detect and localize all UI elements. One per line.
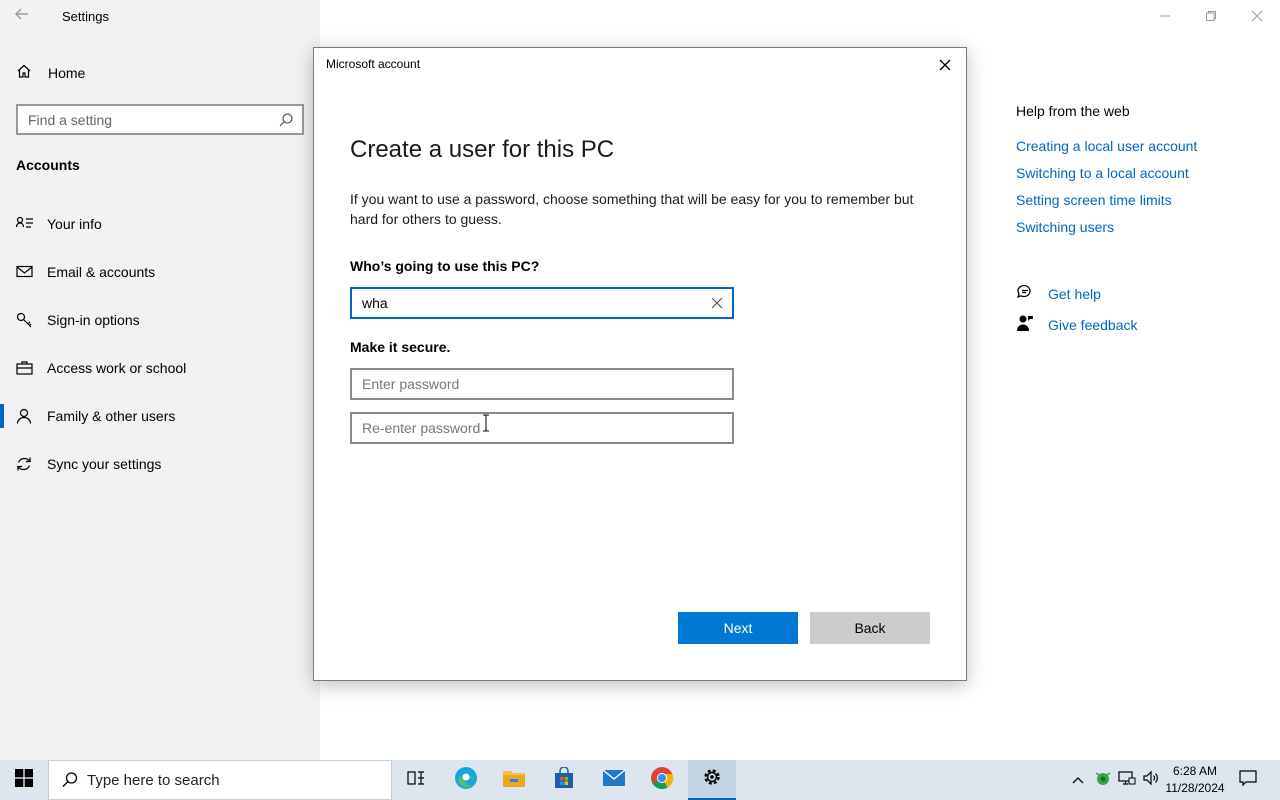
back-arrow-icon[interactable] xyxy=(14,6,34,26)
help-link-switch-local[interactable]: Switching to a local account xyxy=(1016,165,1189,181)
task-view-icon xyxy=(406,769,426,792)
dialog-description: If you want to use a password, choose so… xyxy=(350,191,914,227)
store-button[interactable] xyxy=(540,760,588,800)
mail-button[interactable] xyxy=(590,760,638,800)
next-button[interactable]: Next xyxy=(678,612,798,644)
windows-logo-icon xyxy=(15,768,33,792)
chrome-icon xyxy=(650,766,674,795)
notifications-button[interactable] xyxy=(1234,760,1262,800)
home-nav-item[interactable]: Home xyxy=(16,62,85,84)
taskbar-search-label: Type here to search xyxy=(87,771,220,789)
network-icon xyxy=(1118,770,1136,791)
notification-icon xyxy=(1239,769,1257,791)
reenter-password-input[interactable] xyxy=(362,420,692,436)
give-feedback-link[interactable]: Give feedback xyxy=(1016,315,1138,335)
app-title: Settings xyxy=(62,9,109,24)
get-help-link[interactable]: Get help xyxy=(1016,284,1101,304)
give-feedback-label: Give feedback xyxy=(1048,317,1138,333)
get-help-label: Get help xyxy=(1048,286,1101,302)
microsoft-account-dialog: Microsoft account Create a user for this… xyxy=(313,47,967,681)
sidebar-item-label: Your info xyxy=(47,216,102,232)
taskbar: Type here to search 6:28 AM 11/28/2024 xyxy=(0,760,1280,800)
get-help-icon xyxy=(1016,283,1034,306)
reenter-password-field[interactable] xyxy=(350,412,734,444)
password-input[interactable] xyxy=(362,376,692,392)
help-title: Help from the web xyxy=(1016,103,1130,119)
settings-taskbar-button[interactable] xyxy=(688,760,736,800)
search-icon xyxy=(61,771,79,794)
clock-date: 11/28/2024 xyxy=(1165,781,1225,795)
your-info-icon xyxy=(15,216,34,232)
text-cursor-icon xyxy=(482,414,490,432)
sync-icon xyxy=(16,456,34,472)
find-setting-input[interactable] xyxy=(28,111,268,128)
email-icon xyxy=(16,264,34,280)
clock-time: 6:28 AM xyxy=(1172,764,1218,778)
active-indicator xyxy=(0,404,4,428)
username-label: Who’s going to use this PC? xyxy=(350,258,540,274)
close-icon[interactable] xyxy=(936,56,954,74)
find-setting-search[interactable] xyxy=(16,104,304,135)
volume-icon xyxy=(1142,770,1160,791)
sidebar-item-your-info[interactable]: Your info xyxy=(0,204,320,244)
search-icon[interactable] xyxy=(278,112,294,133)
taskbar-clock[interactable]: 6:28 AM 11/28/2024 xyxy=(1160,763,1230,797)
sidebar-item-family-users[interactable]: Family & other users xyxy=(0,396,320,436)
help-link-local-account[interactable]: Creating a local user account xyxy=(1016,138,1197,154)
help-link-screen-time[interactable]: Setting screen time limits xyxy=(1016,192,1172,208)
section-title: Accounts xyxy=(16,157,80,173)
sidebar-item-label: Sign-in options xyxy=(47,312,140,328)
dialog-heading: Create a user for this PC xyxy=(350,136,615,163)
sidebar-item-email-accounts[interactable]: Email & accounts xyxy=(0,252,320,292)
sidebar-item-label: Email & accounts xyxy=(47,264,156,280)
sidebar-item-label: Sync your settings xyxy=(47,456,162,472)
minimize-button[interactable] xyxy=(1142,0,1188,32)
close-window-button[interactable] xyxy=(1234,0,1280,32)
edge-button[interactable] xyxy=(442,760,490,800)
task-view-button[interactable] xyxy=(392,760,440,800)
home-label: Home xyxy=(48,65,86,81)
help-link-switching-users[interactable]: Switching users xyxy=(1016,219,1114,235)
sidebar-item-label: Access work or school xyxy=(47,360,187,376)
show-hidden-icons-button[interactable] xyxy=(1068,760,1088,800)
settings-icon xyxy=(701,766,723,793)
secure-label: Make it secure. xyxy=(350,339,451,355)
home-icon xyxy=(16,63,32,84)
password-field[interactable] xyxy=(350,368,734,400)
restore-button[interactable] xyxy=(1188,0,1234,32)
sidebar-item-sync-settings[interactable]: Sync your settings xyxy=(0,444,320,484)
dialog-title: Microsoft account xyxy=(326,57,421,71)
volume-button[interactable] xyxy=(1140,760,1162,800)
username-input[interactable] xyxy=(362,295,692,311)
window-controls xyxy=(1142,0,1280,32)
briefcase-icon xyxy=(16,360,34,376)
settings-sidebar: Settings Home Accounts Your info Email &… xyxy=(0,0,320,760)
mail-icon xyxy=(602,768,626,792)
sidebar-item-access-work[interactable]: Access work or school xyxy=(0,348,320,388)
start-button[interactable] xyxy=(0,760,48,800)
taskbar-search[interactable]: Type here to search xyxy=(48,760,392,800)
back-button[interactable]: Back xyxy=(810,612,930,644)
feedback-icon xyxy=(1016,314,1034,337)
tray-app-icon xyxy=(1094,770,1112,791)
file-explorer-button[interactable] xyxy=(490,760,538,800)
sidebar-item-label: Family & other users xyxy=(47,408,176,424)
chrome-button[interactable] xyxy=(638,760,686,800)
person-icon xyxy=(16,408,34,424)
tray-app-button[interactable] xyxy=(1092,760,1114,800)
file-explorer-icon xyxy=(502,767,526,794)
edge-icon xyxy=(453,765,479,796)
store-icon xyxy=(553,765,575,794)
key-icon xyxy=(16,312,34,328)
username-field[interactable] xyxy=(350,287,734,319)
sidebar-item-sign-in-options[interactable]: Sign-in options xyxy=(0,300,320,340)
chevron-up-icon xyxy=(1072,771,1084,789)
clear-text-icon[interactable] xyxy=(710,296,724,310)
network-button[interactable] xyxy=(1116,760,1138,800)
